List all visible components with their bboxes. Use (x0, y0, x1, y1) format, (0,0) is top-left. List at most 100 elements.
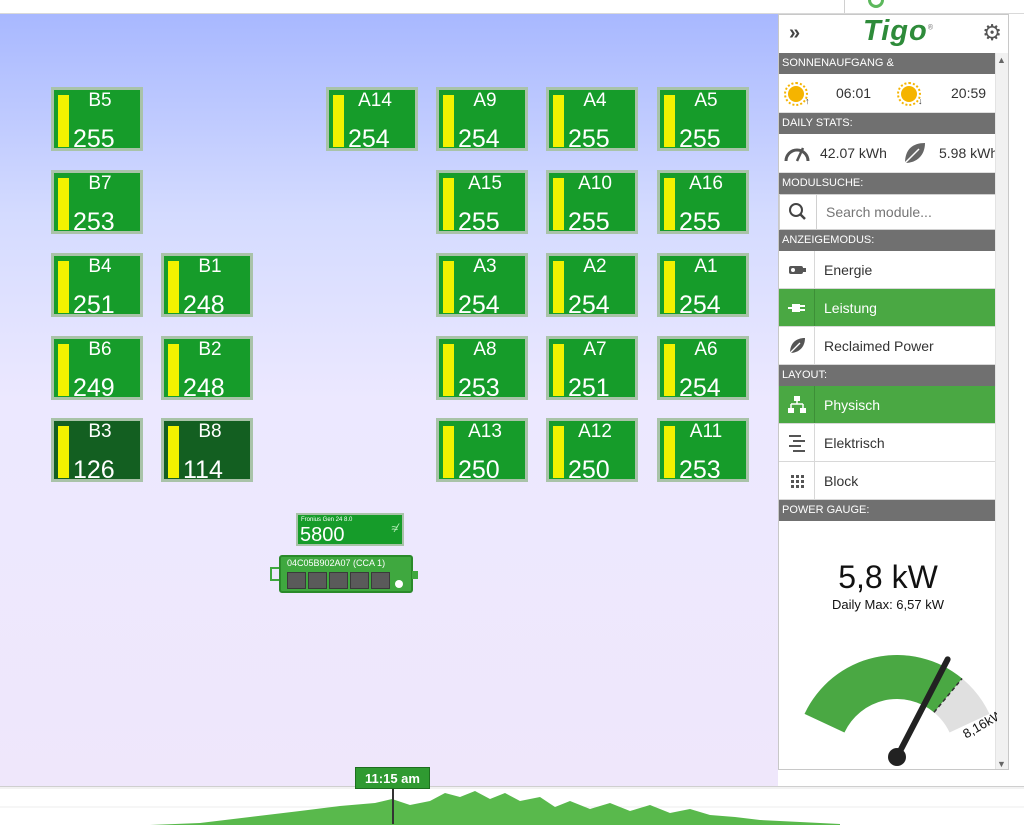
search-icon[interactable] (780, 195, 817, 229)
section-mode-header: ANZEIGEMODUS: (779, 230, 1008, 251)
production-timeline[interactable] (0, 786, 1024, 828)
cca-ports (287, 572, 390, 589)
grid-icon (779, 462, 815, 499)
solar-panel-a16[interactable]: A16 255 (657, 170, 749, 235)
cca-left-tab (270, 567, 279, 581)
solar-panel-a14[interactable]: A14 254 (326, 87, 418, 153)
top-divider (844, 0, 845, 13)
solar-panel-a7[interactable]: A7 251 (546, 336, 638, 402)
solar-panel-a10[interactable]: A10 255 (546, 170, 638, 236)
cca-port (329, 572, 348, 589)
panel-label: A4 (583, 90, 607, 111)
panel-label: A10 (578, 173, 612, 194)
scroll-up-icon[interactable]: ▲ (997, 55, 1006, 65)
sunrise-icon (784, 82, 808, 106)
mode-option-leistung[interactable]: Leistung (779, 289, 1008, 327)
double-chevron-right-icon[interactable]: » (789, 22, 800, 45)
panel-value: 251 (73, 291, 115, 319)
solar-panel-b6[interactable]: B6 249 (51, 336, 143, 401)
speedometer-icon (784, 147, 810, 162)
gear-icon[interactable]: ⚙ (982, 20, 1002, 46)
solar-panel-b4[interactable]: B4 251 (51, 253, 143, 319)
cca-device[interactable]: 04C05B902A07 (CCA 1) (270, 555, 418, 593)
array-canvas[interactable]: B5 255 A14 254 A9 254 A4 255 A5 255 B7 253 A15 255 A10… (0, 14, 778, 786)
loading-spinner-icon (868, 0, 884, 8)
layout-option-block[interactable]: Block (779, 462, 1008, 500)
browser-top-strip (0, 0, 1024, 14)
circuit-icon (779, 424, 815, 461)
timeline-time-badge[interactable]: 11:15 am (355, 767, 430, 789)
solar-panel-a4[interactable]: A4 255 (546, 87, 638, 153)
logo-registered-mark: ® (927, 24, 934, 32)
panel-value: 126 (73, 456, 115, 484)
solar-panel-a5[interactable]: A5 255 (657, 87, 749, 153)
panel-value: 255 (679, 125, 721, 153)
inverter[interactable]: Fronius Gen 24 8.0 5800 ≈⁄ (296, 513, 404, 546)
solar-panel-a9[interactable]: A9 254 (436, 87, 528, 153)
panel-label: A15 (468, 173, 502, 194)
panel-value: 251 (568, 374, 610, 402)
arrow-down-icon: ↓ (918, 96, 923, 106)
battery-icon (779, 251, 815, 288)
panel-label: A8 (473, 339, 497, 360)
solar-panel-a11[interactable]: A11 253 (657, 418, 749, 483)
panel-label: B4 (88, 256, 112, 277)
solar-panel-a3[interactable]: A3 254 (436, 253, 528, 318)
solar-panel-a1[interactable]: A1 254 (657, 253, 749, 319)
panel-label: B6 (88, 339, 112, 360)
timeline-marker[interactable] (392, 789, 394, 824)
panel-label: A5 (694, 90, 718, 111)
panel-value: 254 (568, 291, 610, 319)
mode-option-reclaimed-power[interactable]: Reclaimed Power (779, 327, 1008, 365)
cca-port (308, 572, 327, 589)
panel-value: 254 (679, 291, 721, 319)
arrow-up-icon: ↑ (805, 96, 810, 106)
cca-status-led (395, 580, 403, 588)
daily-reclaimed: 5.98 kWh (939, 145, 999, 161)
solar-panel-a15[interactable]: A15 255 (436, 170, 528, 236)
panel-value: 255 (458, 208, 500, 236)
solar-panel-a6[interactable]: A6 254 (657, 336, 749, 402)
sunrise-time: 06:01 (836, 85, 872, 101)
solar-panel-b2[interactable]: B2 248 (161, 336, 253, 401)
panel-value: 254 (348, 125, 390, 153)
solar-panel-a8[interactable]: A8 253 (436, 336, 528, 401)
solar-panel-a13[interactable]: A13 250 (436, 418, 528, 483)
tigo-logo: Tigo® (863, 15, 934, 48)
solar-panel-b3[interactable]: B3 126 (51, 418, 143, 484)
section-gauge-header: POWER GAUGE: (779, 500, 1008, 521)
cca-port (287, 572, 306, 589)
panel-label: B7 (88, 173, 112, 194)
section-layout-header: LAYOUT: (779, 365, 1008, 386)
panel-label: A2 (583, 256, 607, 277)
panel-label: B3 (88, 421, 112, 442)
sunset-icon (897, 82, 921, 106)
solar-panel-b5[interactable]: B5 255 (51, 87, 143, 152)
panel-value: 255 (568, 208, 610, 236)
option-label: Elektrisch (824, 435, 885, 451)
panel-value: 254 (679, 374, 721, 402)
cca-port (371, 572, 390, 589)
solar-panel-a12[interactable]: A12 250 (546, 418, 638, 483)
mode-option-energie[interactable]: Energie (779, 251, 1008, 289)
search-input[interactable] (817, 195, 1007, 229)
panel-label: A13 (468, 421, 502, 442)
panel-value: 255 (568, 125, 610, 153)
solar-panel-a2[interactable]: A2 254 (546, 253, 638, 319)
solar-panel-b8[interactable]: B8 114 (161, 418, 253, 483)
power-gauge: 5,8 kW Daily Max: 6,57 kW 8,16kW (779, 519, 997, 769)
leaf-icon (903, 143, 925, 165)
option-label: Energie (824, 262, 873, 278)
hierarchy-icon (779, 386, 815, 423)
inverter-value: 5800 (300, 524, 345, 546)
layout-option-elektrisch[interactable]: Elektrisch (779, 424, 1008, 462)
panel-value: 253 (73, 208, 115, 236)
layout-list: Physisch Elektrisch Block (779, 386, 1008, 500)
plug-icon (779, 289, 815, 326)
scroll-down-icon[interactable]: ▼ (997, 759, 1006, 769)
solar-panel-b7[interactable]: B7 253 (51, 170, 143, 236)
solar-panel-b1[interactable]: B1 248 (161, 253, 253, 318)
panel-value: 254 (458, 125, 500, 153)
gauge-fill (804, 655, 963, 733)
layout-option-physisch[interactable]: Physisch (779, 386, 1008, 424)
